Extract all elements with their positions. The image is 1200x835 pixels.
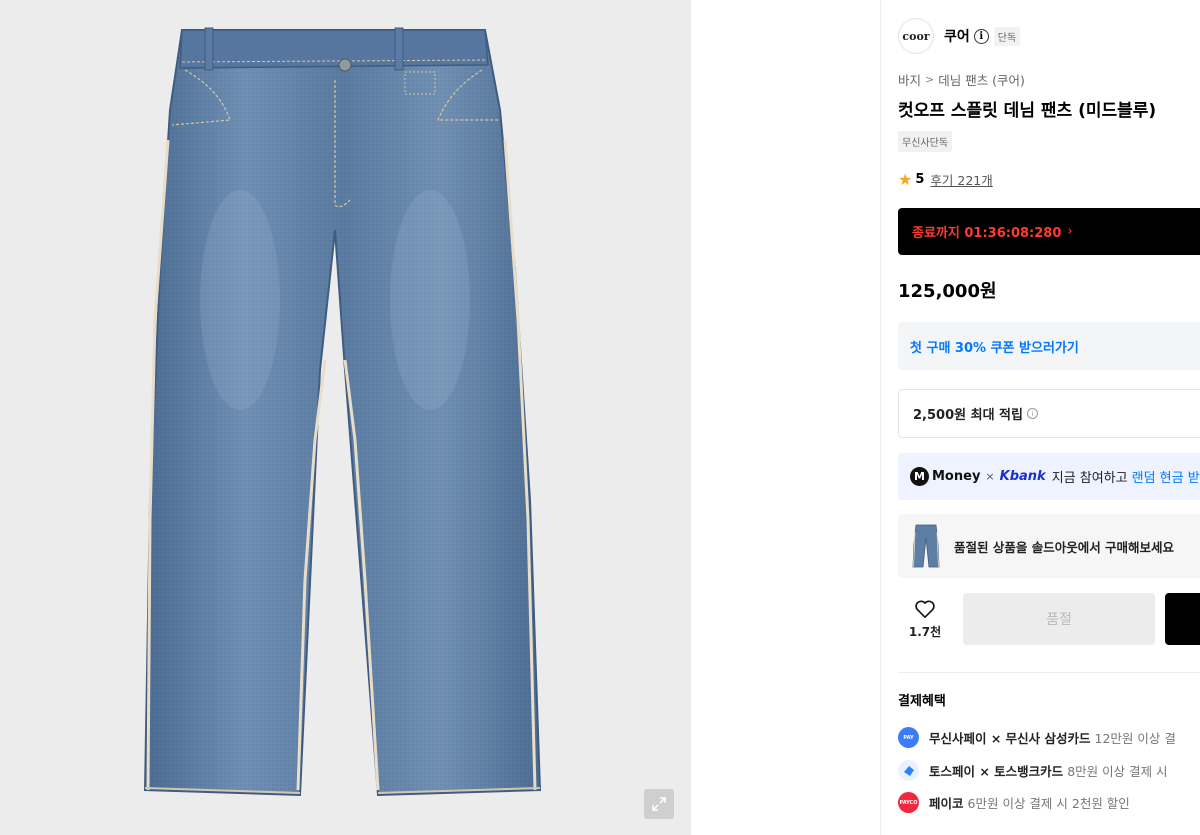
soldout-label: 품절된 상품을 솔드아웃에서 구매해보세요 <box>954 539 1175 555</box>
benefit-item-musinsapay[interactable]: PAY 무신사페이 × 무신사 삼성카드 12만원 이상 결 <box>898 727 1176 748</box>
section-divider <box>898 672 1200 673</box>
action-row: 1.7천 품절 <box>898 593 1200 645</box>
benefit-item-tosspay[interactable]: 토스페이 × 토스뱅크카드 8만원 이상 결제 시 <box>898 760 1168 781</box>
soldout-button[interactable]: 품절 <box>963 593 1155 645</box>
brand-name[interactable]: 쿠어 <box>944 26 970 46</box>
benefit-detail: 6만원 이상 결제 시 2천원 할인 <box>967 796 1130 811</box>
secondary-action-button[interactable] <box>1165 593 1200 645</box>
countdown-banner[interactable]: 종료까지 01:36:08:280 › <box>898 208 1200 255</box>
musinsa-pay-icon: PAY <box>898 727 919 748</box>
rating-score: 5 <box>915 172 925 187</box>
breadcrumb: 바지 > 데님 팬츠 (쿠어) <box>898 70 1025 89</box>
benefit-detail: 8만원 이상 결제 시 <box>1067 764 1168 779</box>
benefit-title: 토스페이 × 토스뱅크카드 <box>929 764 1064 779</box>
money-logo-icon: M <box>910 467 929 486</box>
product-title: 컷오프 스플릿 데님 팬츠 (미드블루) <box>898 101 1157 121</box>
promo-text: 지금 참여하고 <box>1051 471 1128 486</box>
breadcrumb-subcategory[interactable]: 데님 팬츠 (쿠어) <box>938 70 1025 89</box>
benefit-item-payco[interactable]: PAYCO 페이코 6만원 이상 결제 시 2천원 할인 <box>898 792 1130 813</box>
jeans-thumbnail <box>912 524 940 568</box>
product-image-gallery <box>0 0 691 835</box>
info-icon[interactable]: i <box>973 28 989 44</box>
exclusive-badge: 단독 <box>993 26 1021 46</box>
points-info-icon[interactable]: i <box>1026 408 1038 419</box>
rating-row: ★ 5 후기 221개 <box>898 170 993 189</box>
product-tag: 무신사단독 <box>898 131 952 152</box>
brand-row: coor 쿠어 i 단독 <box>898 18 1021 54</box>
like-count: 1.7천 <box>908 624 942 639</box>
product-info-panel: coor 쿠어 i 단독 바지 > 데님 팬츠 (쿠어) 컷오프 스플릿 데님 … <box>881 0 1200 835</box>
product-image-jeans <box>143 27 542 797</box>
breadcrumb-separator: > <box>925 73 935 86</box>
benefit-title: 무신사페이 × 무신사 삼성카드 <box>929 731 1091 746</box>
money-kbank-promo-banner[interactable]: M Money × Kbank 지금 참여하고 랜덤 현금 받 <box>898 453 1200 500</box>
zoom-button[interactable] <box>644 789 674 819</box>
money-logo-text: Money <box>932 469 981 484</box>
coupon-label: 첫 구매 30% 쿠폰 받으러가기 <box>910 340 1079 356</box>
like-button[interactable]: 1.7천 <box>898 593 952 645</box>
payco-icon: PAYCO <box>898 792 919 813</box>
heart-icon <box>915 600 935 618</box>
countdown-text: 종료까지 01:36:08:280 <box>912 226 1062 241</box>
benefit-title: 페이코 <box>929 796 964 811</box>
points-box: 2,500원 최대 적립 i <box>898 389 1200 438</box>
benefit-detail: 12만원 이상 결 <box>1094 731 1176 746</box>
points-label: 2,500원 최대 적립 <box>913 408 1023 423</box>
breadcrumb-category[interactable]: 바지 <box>898 70 921 89</box>
payment-benefits-title: 결제혜택 <box>898 694 946 709</box>
brand-logo[interactable]: coor <box>898 18 934 54</box>
expand-icon <box>652 797 666 811</box>
star-icon: ★ <box>898 170 913 189</box>
soldout-banner[interactable]: 품절된 상품을 솔드아웃에서 구매해보세요 <box>898 514 1200 578</box>
chevron-right-icon: › <box>1067 224 1073 239</box>
reviews-link[interactable]: 후기 221개 <box>930 170 992 189</box>
toss-icon <box>898 760 919 781</box>
kbank-logo: Kbank <box>999 469 1046 484</box>
promo-highlight: 랜덤 현금 받 <box>1131 471 1200 486</box>
promo-times: × <box>985 470 995 483</box>
product-price: 125,000원 <box>898 281 997 302</box>
coupon-button[interactable]: 첫 구매 30% 쿠폰 받으러가기 <box>898 322 1200 370</box>
